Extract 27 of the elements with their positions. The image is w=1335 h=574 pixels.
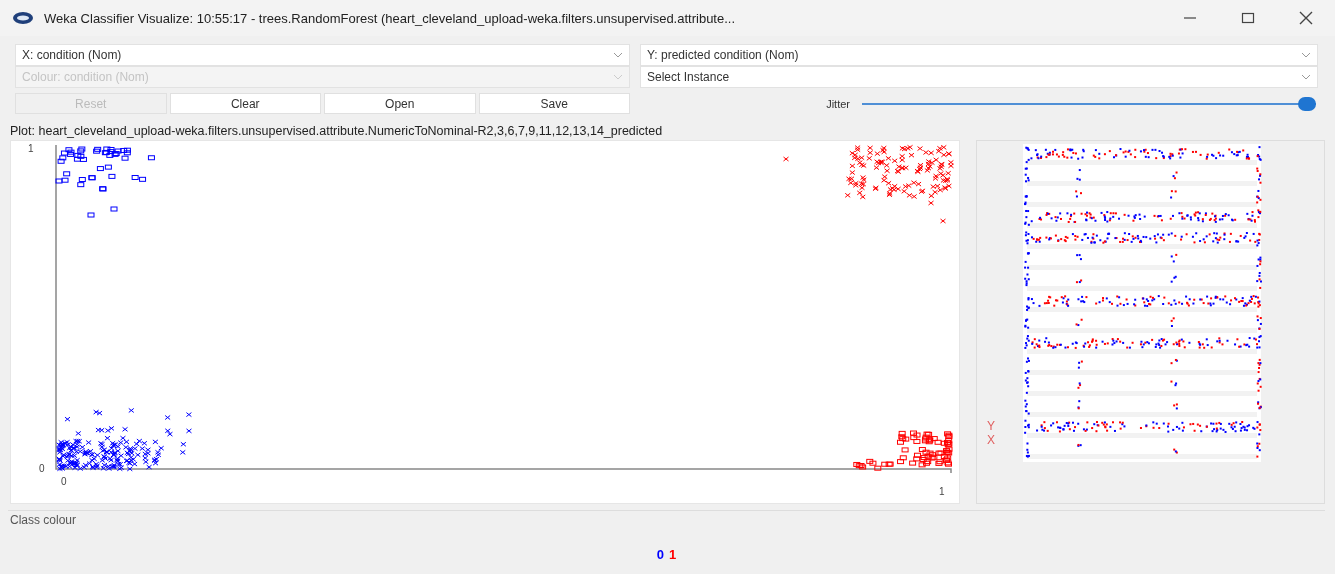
- bird-logo-icon: [12, 11, 34, 25]
- axis-tick-label: 0: [39, 463, 45, 474]
- chevron-down-icon: [613, 74, 623, 80]
- jitter-label: Jitter: [825, 97, 851, 110]
- class-legend-label: 1: [669, 547, 677, 562]
- axis-tick-label: 1: [939, 486, 945, 497]
- axis-tick-label: 0: [61, 476, 67, 487]
- plot-title: Plot: heart_cleveland_upload-weka.filters.unsupervised.attribute.NumericToNominal-R2,3,6,7,9,11,12,13,14_predicted: [9, 123, 664, 140]
- jitter-slider[interactable]: [862, 96, 1316, 111]
- action-button[interactable]: Open: [324, 93, 476, 114]
- action-button[interactable]: Save: [478, 93, 630, 114]
- axis-tick-label: 1: [28, 143, 34, 154]
- axis-marker-label: X: [987, 433, 995, 447]
- y-axis-dropdown[interactable]: Y: predicted condition (Nom): [640, 44, 1318, 66]
- maximize-icon[interactable]: [1241, 11, 1255, 25]
- chevron-down-icon: [613, 52, 623, 58]
- close-icon[interactable]: [1299, 11, 1313, 25]
- instance-dropdown[interactable]: Select Instance: [640, 66, 1318, 88]
- chevron-down-icon: [1301, 52, 1311, 58]
- window-title: Weka Classifier Visualize: 10:55:17 - trees.RandomForest (heart_cleveland_upload-weka.filters.unsupervised.attribute...: [44, 10, 737, 26]
- action-button[interactable]: Clear: [169, 93, 321, 114]
- class-colour-title: Class colour: [9, 512, 78, 527]
- x-axis-dropdown[interactable]: X: condition (Nom): [15, 44, 630, 66]
- axis-marker-label: Y: [987, 419, 995, 433]
- chevron-down-icon: [1301, 74, 1311, 80]
- slider-thumb[interactable]: [1298, 96, 1316, 111]
- class-legend-label: 0: [656, 547, 664, 562]
